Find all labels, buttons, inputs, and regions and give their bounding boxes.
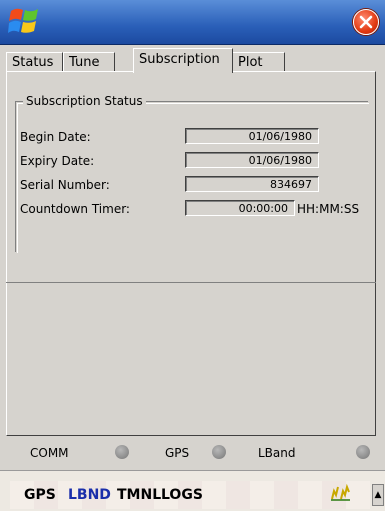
countdown-timer-label: Countdown Timer: [20,202,130,216]
gps-label: GPS [165,446,190,460]
expiry-date-field: 01/06/1980 [185,152,319,168]
begin-date-label: Begin Date: [20,130,91,144]
tab-tune[interactable]: Tune [63,52,115,71]
lband-label: LBand [258,446,296,460]
bottom-taskbar: GPS LBND TMNL LOGS ▲ [0,470,385,511]
countdown-timer-field: 00:00:00 [185,200,295,216]
close-button[interactable] [353,9,379,35]
countdown-timer-unit: HH:MM:SS [297,202,360,216]
taskbar-logs[interactable]: LOGS [161,487,203,503]
group-title: Subscription Status [23,94,146,108]
panel-divider [6,282,376,283]
subscription-panel: Subscription Status Begin Date: 01/06/19… [6,71,376,436]
serial-number-field: 834697 [185,176,319,192]
tab-status[interactable]: Status [6,52,63,71]
tab-label: Subscription [139,52,220,67]
comm-status-led [115,445,129,459]
tab-plot[interactable]: Plot [232,52,285,71]
taskbar-tmnl[interactable]: TMNL [117,487,161,503]
begin-date-field: 01/06/1980 [185,128,319,144]
tab-label: Plot [238,55,263,70]
tab-subscription[interactable]: Subscription [133,48,233,73]
signal-antenna-icon[interactable] [330,483,352,501]
tab-label: Status [12,55,54,70]
windows-flag-icon[interactable] [8,5,42,37]
taskbar-gps[interactable]: GPS [24,487,56,503]
serial-number-label: Serial Number: [20,178,110,192]
gps-status-led [212,445,226,459]
taskbar-lbnd[interactable]: LBND [68,487,111,503]
tab-strip: Status Tune Subscription Plot [6,48,306,73]
tab-label: Tune [69,55,100,70]
comm-label: COMM [30,446,69,460]
close-icon [359,15,373,29]
lband-status-led [356,445,370,459]
scroll-up-arrow-icon: ▲ [374,490,382,500]
title-bar [0,0,385,45]
expiry-date-label: Expiry Date: [20,154,95,168]
scroll-up-button[interactable]: ▲ [372,484,384,506]
